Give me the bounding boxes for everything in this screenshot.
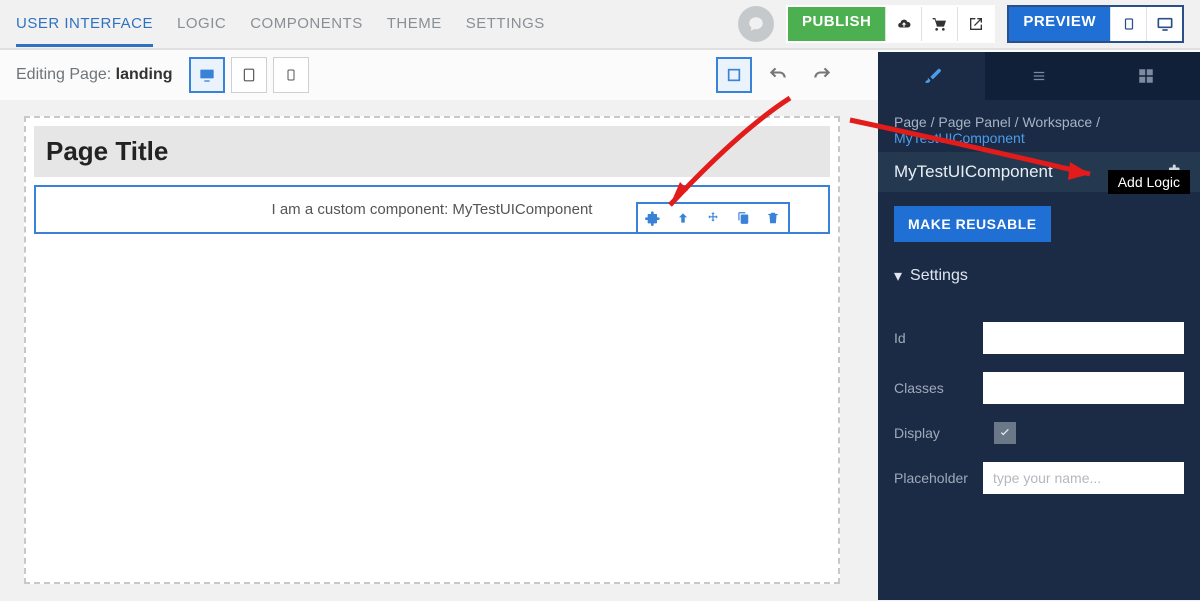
rpanel-tab-grid[interactable] [1093,52,1200,100]
brush-icon [922,66,942,86]
classes-label: Classes [894,380,983,396]
tab-user-interface[interactable]: USER INTERFACE [16,1,153,47]
add-logic-tooltip: Add Logic [1108,170,1190,194]
rpanel-tab-tree[interactable] [985,52,1092,100]
canvas-area: Page Title I am a custom component: MyTe… [0,100,864,600]
device-tablet-button[interactable] [231,57,267,93]
cloud-upload-icon[interactable] [885,7,921,41]
grid-icon [1137,67,1155,85]
arrow-up-icon[interactable] [668,204,698,232]
move-icon[interactable] [698,204,728,232]
undo-button[interactable] [760,57,796,93]
list-icon [1030,69,1048,83]
page-canvas[interactable]: Page Title I am a custom component: MyTe… [24,116,840,584]
device-mobile-button[interactable] [273,57,309,93]
editing-page-label: Editing Page: landing [16,66,173,84]
trash-icon[interactable] [758,204,788,232]
component-toolbar [636,202,790,234]
subbar-right [716,57,840,93]
redo-button[interactable] [804,57,840,93]
top-nav: USER INTERFACE LOGIC COMPONENTS THEME SE… [0,0,1200,50]
device-toggle [189,57,309,93]
copy-icon[interactable] [728,204,758,232]
display-label: Display [894,425,994,441]
placeholder-label: Placeholder [894,470,983,486]
chat-button[interactable] [738,6,774,42]
preview-mobile-icon[interactable] [1110,7,1146,41]
tab-components[interactable]: COMPONENTS [250,1,363,47]
nav-tabs: USER INTERFACE LOGIC COMPONENTS THEME SE… [16,1,738,47]
right-panel: Page / Page Panel / Workspace / MyTestUI… [878,52,1200,600]
breadcrumb-current[interactable]: MyTestUIComponent [894,130,1025,146]
selection-mode-button[interactable] [716,57,752,93]
settings-rows: Id Classes Display Placeholder [878,296,1200,520]
preview-group: PREVIEW [1007,5,1184,43]
external-link-icon[interactable] [957,7,993,41]
placeholder-input[interactable] [983,462,1184,494]
classes-input[interactable] [983,372,1184,404]
publish-group: PUBLISH [786,5,995,43]
device-desktop-button[interactable] [189,57,225,93]
tab-theme[interactable]: THEME [387,1,442,47]
tab-settings[interactable]: SETTINGS [466,1,545,47]
id-input[interactable] [983,322,1184,354]
page-title[interactable]: Page Title [34,126,830,177]
display-checkbox[interactable] [994,422,1016,444]
preview-desktop-icon[interactable] [1146,7,1182,41]
puzzle-logic-icon[interactable] [638,204,668,232]
cart-icon[interactable] [921,7,957,41]
breadcrumb: Page / Page Panel / Workspace / MyTestUI… [878,100,1200,152]
rpanel-tab-style[interactable] [878,52,985,100]
rpanel-tabs [878,52,1200,100]
preview-button[interactable]: PREVIEW [1009,7,1110,41]
publish-button[interactable]: PUBLISH [788,7,885,41]
settings-section-header[interactable]: ▾ Settings [878,256,1200,296]
top-actions: PUBLISH PREVIEW [738,5,1184,43]
chevron-down-icon: ▾ [894,266,902,286]
make-reusable-button[interactable]: MAKE REUSABLE [894,206,1051,242]
tab-logic[interactable]: LOGIC [177,1,226,47]
check-icon [998,426,1012,440]
id-label: Id [894,330,983,346]
